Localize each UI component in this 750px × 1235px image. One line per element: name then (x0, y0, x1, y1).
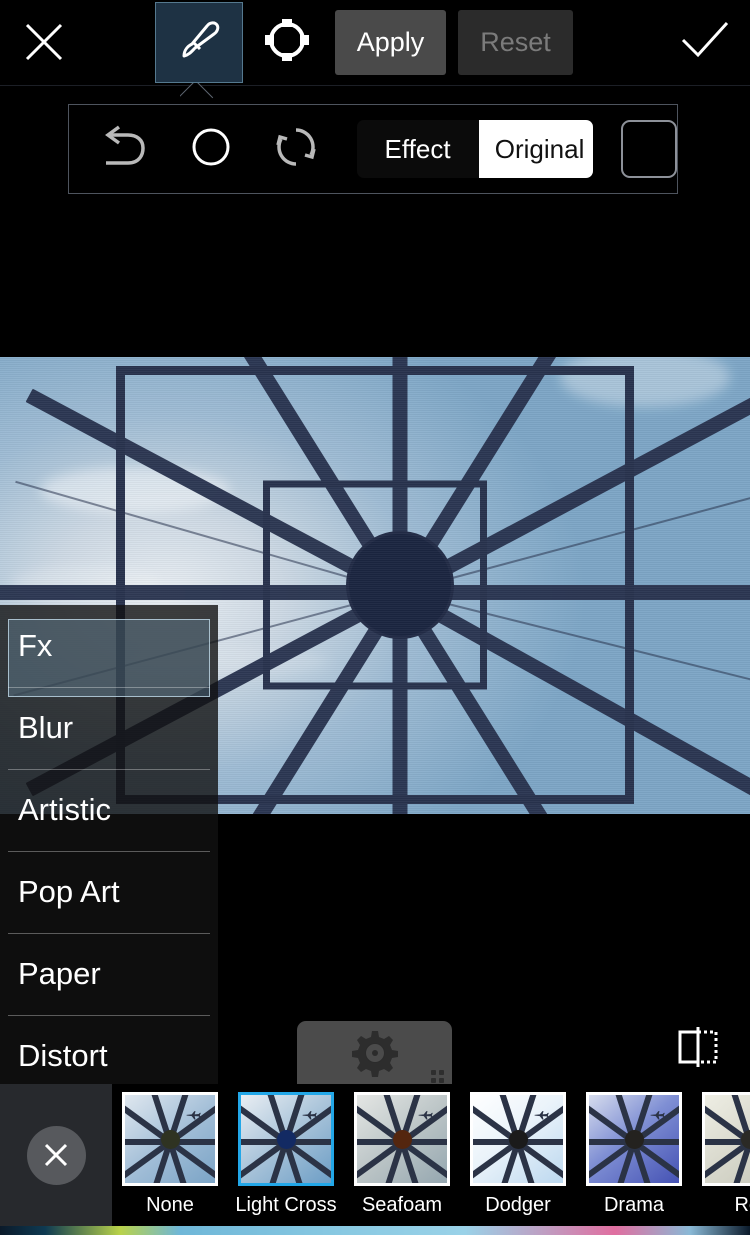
circular-arrows-icon (271, 122, 321, 177)
brush-options-toolbar: Effect Original (68, 104, 678, 194)
circle-handles-icon (262, 15, 312, 70)
checkmark-icon (679, 18, 731, 67)
filter-item-dodger[interactable]: Dodger (460, 1084, 576, 1217)
filter-item-seafoam[interactable]: Seafoam (344, 1084, 460, 1217)
airplane-silhouette (516, 812, 568, 814)
filter-thumbnail[interactable] (354, 1092, 450, 1186)
circle-outline-icon (189, 125, 233, 174)
sidebar-item-label: Fx (18, 628, 53, 663)
sidebar-item-blur[interactable]: Blur (0, 687, 218, 769)
sidebar-item-label: Blur (18, 710, 74, 745)
dome-hub (349, 534, 451, 636)
sidebar-item-label: Artistic (18, 792, 111, 827)
effect-category-sidebar: Fx Blur Artistic Pop Art Paper Distort C… (0, 605, 218, 1090)
filter-thumbnail[interactable] (702, 1092, 750, 1186)
sidebar-item-distort[interactable]: Distort (0, 1015, 218, 1090)
underlying-gallery-peek (0, 1226, 750, 1235)
filter-thumbnail[interactable] (586, 1092, 682, 1186)
sidebar-item-label: Distort (18, 1038, 108, 1073)
filter-thumbnail[interactable] (470, 1092, 566, 1186)
filter-item-light-cross[interactable]: Light Cross (228, 1084, 344, 1217)
close-x-icon (22, 20, 66, 64)
effect-settings-button[interactable] (297, 1021, 452, 1090)
filmstrip-close-button[interactable] (0, 1084, 112, 1226)
filter-label: Light Cross (235, 1194, 337, 1216)
paintbrush-icon (171, 12, 227, 73)
reset-button[interactable]: Reset (458, 10, 573, 75)
top-toolbar: Apply Reset (0, 0, 750, 86)
confirm-button[interactable] (677, 16, 732, 68)
mirror-flip-icon (673, 1021, 723, 1078)
sidebar-item-label: Paper (18, 956, 101, 991)
effect-original-toggle: Effect Original (356, 120, 593, 178)
tool-tab-shape[interactable] (243, 2, 331, 83)
airplane-silhouette (650, 1108, 665, 1120)
sidebar-item-fx[interactable]: Fx (0, 605, 218, 697)
undo-button[interactable] (83, 105, 168, 193)
filter-label: None (146, 1194, 194, 1216)
apply-button[interactable]: Apply (335, 10, 446, 75)
filter-item-drama[interactable]: Drama (576, 1084, 692, 1217)
undo-arrow-icon (98, 123, 154, 176)
airplane-silhouette (186, 1108, 201, 1120)
sidebar-item-artistic[interactable]: Artistic (0, 769, 218, 851)
sidebar-item-pop-art[interactable]: Pop Art (0, 851, 218, 933)
close-circle-icon (26, 1125, 86, 1185)
filter-label: Drama (603, 1194, 664, 1216)
gear-icon (351, 1029, 399, 1082)
reset-brush-button[interactable] (253, 105, 338, 193)
filter-item-none[interactable]: None (112, 1084, 228, 1217)
brush-size-button[interactable] (168, 105, 253, 193)
filter-thumbnail[interactable] (238, 1092, 334, 1186)
toggle-effect[interactable]: Effect (356, 120, 479, 178)
filter-thumbnail-list: None Light Cross Seafoam Dodger Drama R (112, 1084, 750, 1226)
filter-thumbnail[interactable] (122, 1092, 218, 1186)
filter-item-retro[interactable]: Ret (692, 1084, 750, 1217)
toggle-original[interactable]: Original (478, 120, 593, 178)
airplane-silhouette (302, 1108, 317, 1120)
airplane-silhouette (534, 1108, 549, 1120)
airplane-silhouette (418, 1108, 433, 1120)
active-tab-pointer (180, 83, 220, 100)
canvas-area[interactable]: Fx Blur Artistic Pop Art Paper Distort C… (0, 195, 750, 1090)
tool-tab-group (155, 2, 331, 83)
sidebar-item-label: Pop Art (18, 874, 120, 909)
close-button[interactable] (20, 18, 68, 66)
drag-grip-icon[interactable] (431, 1070, 444, 1083)
filter-filmstrip[interactable]: None Light Cross Seafoam Dodger Drama R (0, 1084, 750, 1226)
sidebar-item-paper[interactable]: Paper (0, 933, 218, 1015)
filter-label: Ret (734, 1194, 750, 1216)
filter-label: Dodger (485, 1194, 551, 1216)
mask-swatch-button[interactable] (620, 120, 678, 178)
tool-tab-brush[interactable] (155, 2, 243, 83)
mirror-flip-button[interactable] (668, 1018, 728, 1080)
filter-label: Seafoam (361, 1194, 443, 1216)
